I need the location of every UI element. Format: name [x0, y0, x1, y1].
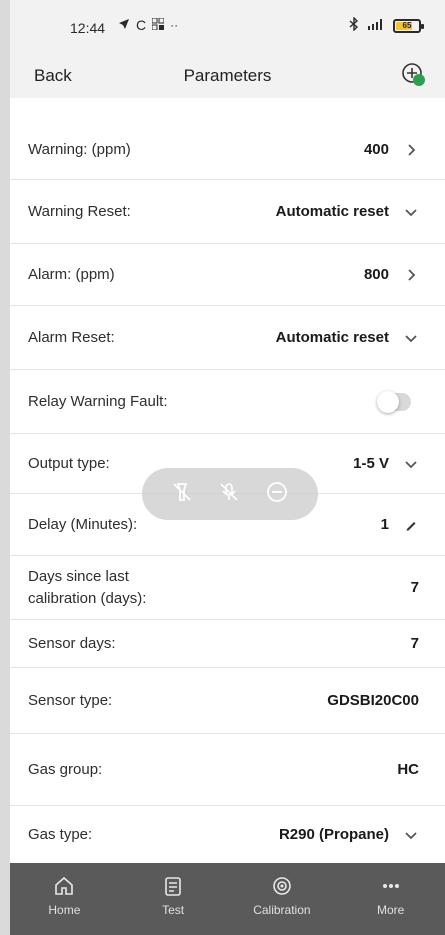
param-label: Relay Warning Fault:	[28, 393, 168, 410]
content-top-gap	[10, 98, 445, 120]
param-row-alarm[interactable]: Alarm: (ppm) 800	[10, 244, 445, 306]
param-row-warning-reset[interactable]: Warning Reset: Automatic reset	[10, 180, 445, 244]
bottom-nav: Home Test Calibration More	[10, 863, 445, 935]
param-label: Delay (Minutes):	[28, 516, 138, 533]
chevron-down-icon[interactable]	[403, 827, 419, 843]
param-label: Days since last calibration (days):	[28, 566, 146, 610]
left-edge-strip	[0, 0, 10, 935]
signal-icon	[367, 18, 385, 33]
param-row-sensor-days: Sensor days: 7	[10, 620, 445, 668]
param-row-days-since-calibration: Days since last calibration (days): 7	[10, 556, 445, 620]
home-icon	[51, 873, 77, 899]
chevron-right-icon[interactable]	[403, 267, 419, 283]
page-title: Parameters	[183, 66, 272, 85]
param-label: Sensor days:	[28, 635, 116, 652]
param-row-gas-group: Gas group: HC	[10, 734, 445, 806]
chevron-down-icon[interactable]	[403, 456, 419, 472]
param-value: 7	[410, 579, 419, 596]
nav-calibration[interactable]: Calibration	[228, 863, 337, 935]
chevron-down-icon[interactable]	[403, 330, 419, 346]
nav-label: Home	[48, 903, 81, 917]
c-icon: C	[136, 17, 147, 33]
param-value: Automatic reset	[275, 203, 389, 220]
param-row-sensor-type: Sensor type: GDSBI20C00	[10, 668, 445, 734]
status-right-icons: 65	[349, 16, 424, 34]
param-label: Warning Reset:	[28, 203, 131, 220]
app-screen: 12:44 C ·· 65 Back Parameters Warning: (…	[0, 0, 445, 935]
param-value: R290 (Propane)	[278, 826, 389, 843]
param-label-line1: Days since last	[28, 567, 129, 585]
param-row-gas-type[interactable]: Gas type: R290 (Propane)	[10, 806, 445, 863]
bluetooth-icon	[349, 16, 359, 34]
status-bar: 12:44 C ·· 65	[10, 0, 445, 52]
param-value: 800	[363, 266, 389, 283]
navigation-icon	[118, 17, 130, 33]
param-label-line2: calibration (days):	[28, 589, 147, 607]
param-label: Gas type:	[28, 826, 93, 843]
minus-circle-icon[interactable]	[265, 480, 289, 509]
param-value: 7	[410, 635, 419, 652]
chevron-right-icon[interactable]	[403, 142, 419, 158]
param-label: Warning: (ppm)	[28, 141, 131, 158]
param-row-alarm-reset[interactable]: Alarm Reset: Automatic reset	[10, 306, 445, 370]
chevron-down-icon[interactable]	[403, 204, 419, 220]
param-label: Sensor type:	[28, 692, 113, 709]
nav-more[interactable]: More	[336, 863, 445, 935]
param-value: 1	[380, 516, 389, 533]
status-left-icons: C ··	[118, 17, 178, 33]
mic-off-icon[interactable]	[218, 481, 240, 508]
param-value: 1-5 V	[353, 455, 389, 472]
param-row-relay-warning-fault: Relay Warning Fault:	[10, 370, 445, 434]
more-icon	[378, 873, 404, 899]
nav-test[interactable]: Test	[119, 863, 228, 935]
param-label: Output type:	[28, 455, 110, 472]
test-icon	[160, 873, 186, 899]
grid-icon	[151, 17, 165, 33]
status-time: 12:44	[70, 20, 106, 36]
nav-label: Calibration	[253, 903, 311, 917]
top-app-bar: Back Parameters	[10, 52, 445, 98]
param-value: HC	[397, 761, 419, 778]
flashlight-off-icon[interactable]	[171, 481, 193, 508]
battery-level: 65	[402, 21, 412, 30]
param-value: Automatic reset	[275, 329, 389, 346]
nav-label: More	[376, 903, 405, 917]
param-label: Gas group:	[28, 761, 103, 778]
relay-warning-fault-toggle[interactable]	[377, 390, 411, 413]
param-value: 400	[363, 141, 389, 158]
pencil-icon[interactable]	[403, 517, 419, 533]
nav-label: Test	[162, 903, 185, 917]
add-device-icon[interactable]	[401, 62, 427, 88]
param-value: GDSBI20C00	[327, 692, 419, 709]
battery-icon: 65	[393, 18, 424, 33]
nav-home[interactable]: Home	[10, 863, 119, 935]
more-dots-icon: ··	[170, 18, 179, 32]
param-label: Alarm Reset:	[28, 329, 115, 346]
param-label: Alarm: (ppm)	[28, 266, 115, 283]
param-row-warning[interactable]: Warning: (ppm) 400	[10, 120, 445, 180]
floating-toolbar	[142, 468, 318, 520]
toggle-knob	[377, 390, 399, 413]
calibration-icon	[269, 873, 295, 899]
